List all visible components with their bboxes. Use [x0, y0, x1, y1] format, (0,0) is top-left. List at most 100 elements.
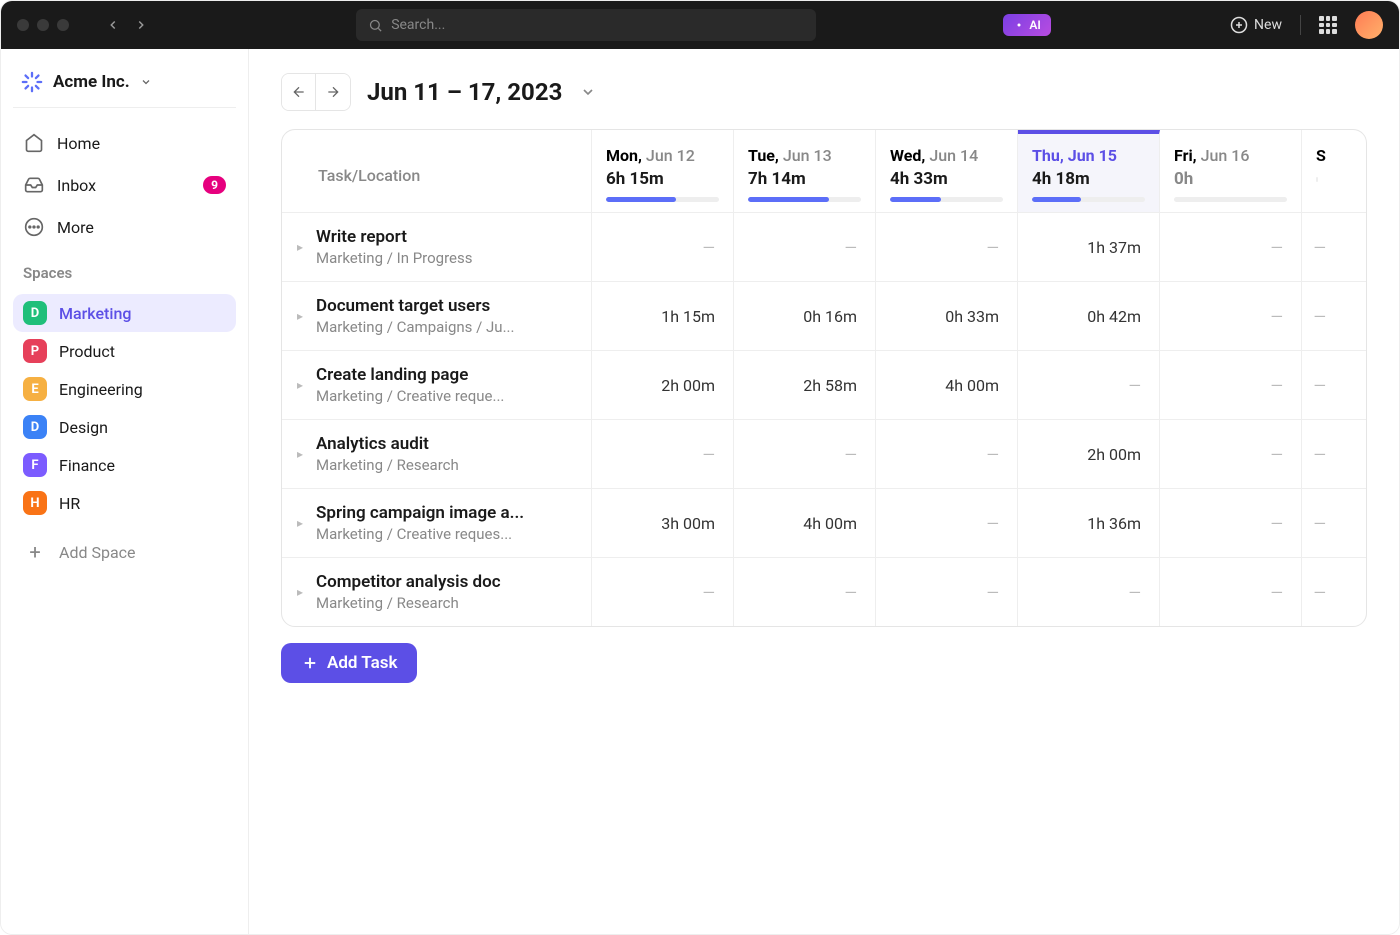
space-item-finance[interactable]: FFinance: [13, 446, 236, 484]
day-of-week: Fri, Jun 16: [1174, 146, 1287, 165]
task-cell[interactable]: ▸ Write report Marketing / In Progress: [282, 213, 592, 281]
task-cell[interactable]: ▸ Analytics audit Marketing / Research: [282, 420, 592, 488]
task-cell[interactable]: ▸ Spring campaign image a... Marketing /…: [282, 489, 592, 557]
time-cell[interactable]: —: [1160, 213, 1302, 281]
expand-caret-icon[interactable]: ▸: [292, 378, 308, 392]
expand-caret-icon[interactable]: ▸: [292, 240, 308, 254]
task-cell[interactable]: ▸ Create landing page Marketing / Creati…: [282, 351, 592, 419]
task-name: Write report: [316, 227, 575, 247]
time-cell[interactable]: —: [592, 420, 734, 488]
time-cell[interactable]: 1h 36m: [1018, 489, 1160, 557]
time-cell[interactable]: —: [1302, 558, 1332, 626]
day-header[interactable]: Mon, Jun 12 6h 15m: [592, 130, 734, 212]
time-cell[interactable]: —: [734, 558, 876, 626]
time-cell[interactable]: —: [1302, 489, 1332, 557]
day-total: 4h 33m: [890, 169, 1003, 189]
workspace-logo-icon: [21, 71, 43, 93]
time-cell[interactable]: 1h 15m: [592, 282, 734, 350]
time-cell[interactable]: —: [876, 558, 1018, 626]
expand-caret-icon[interactable]: ▸: [292, 516, 308, 530]
space-item-engineering[interactable]: EEngineering: [13, 370, 236, 408]
task-cell[interactable]: ▸ Competitor analysis doc Marketing / Re…: [282, 558, 592, 626]
day-progress: [890, 197, 1003, 202]
traffic-max-icon[interactable]: [57, 19, 69, 31]
time-cell[interactable]: —: [876, 213, 1018, 281]
day-total: 6h 15m: [606, 169, 719, 189]
day-progress: [1316, 177, 1318, 182]
time-cell[interactable]: 4h 00m: [876, 351, 1018, 419]
expand-caret-icon[interactable]: ▸: [292, 309, 308, 323]
time-cell[interactable]: 0h 42m: [1018, 282, 1160, 350]
time-cell[interactable]: —: [1160, 351, 1302, 419]
expand-caret-icon[interactable]: ▸: [292, 447, 308, 461]
space-item-design[interactable]: DDesign: [13, 408, 236, 446]
time-cell[interactable]: —: [1302, 351, 1332, 419]
traffic-min-icon[interactable]: [37, 19, 49, 31]
time-cell[interactable]: —: [1160, 558, 1302, 626]
new-button[interactable]: New: [1230, 16, 1282, 34]
time-cell[interactable]: 3h 00m: [592, 489, 734, 557]
inbox-badge: 9: [203, 176, 226, 194]
user-avatar[interactable]: [1355, 11, 1383, 39]
time-cell[interactable]: —: [1302, 213, 1332, 281]
time-cell[interactable]: 2h 00m: [592, 351, 734, 419]
day-header[interactable]: Wed, Jun 14 4h 33m: [876, 130, 1018, 212]
date-range-dropdown[interactable]: [580, 84, 596, 100]
next-week-button[interactable]: [316, 74, 350, 110]
day-header[interactable]: Fri, Jun 16 0h: [1160, 130, 1302, 212]
add-task-button[interactable]: Add Task: [281, 643, 417, 683]
prev-week-button[interactable]: [282, 74, 316, 110]
time-cell[interactable]: 1h 37m: [1018, 213, 1160, 281]
workspace-switcher[interactable]: Acme Inc.: [13, 63, 236, 108]
day-header[interactable]: Thu, Jun 15 4h 18m: [1018, 130, 1160, 212]
search-input[interactable]: Search...: [356, 9, 816, 41]
space-label: HR: [59, 494, 80, 513]
expand-caret-icon[interactable]: ▸: [292, 585, 308, 599]
time-cell[interactable]: 4h 00m: [734, 489, 876, 557]
time-cell[interactable]: —: [592, 213, 734, 281]
time-cell[interactable]: 0h 16m: [734, 282, 876, 350]
time-cell[interactable]: —: [1302, 420, 1332, 488]
top-bar: Search... AI New: [1, 1, 1399, 49]
space-item-marketing[interactable]: DMarketing: [13, 294, 236, 332]
day-header[interactable]: Tue, Jun 13 7h 14m: [734, 130, 876, 212]
day-of-week: Thu, Jun 15: [1032, 146, 1145, 165]
add-space-button[interactable]: + Add Space: [13, 532, 236, 572]
arrow-left-icon: [291, 84, 307, 100]
time-cell[interactable]: 2h 00m: [1018, 420, 1160, 488]
nav-back-button[interactable]: [101, 13, 125, 37]
time-cell[interactable]: —: [1302, 282, 1332, 350]
space-badge-icon: E: [23, 377, 47, 401]
task-row: ▸ Write report Marketing / In Progress —…: [282, 213, 1366, 282]
time-cell[interactable]: 2h 58m: [734, 351, 876, 419]
apps-grid-icon[interactable]: [1319, 16, 1337, 34]
nav-forward-button[interactable]: [129, 13, 153, 37]
search-icon: [368, 18, 383, 33]
day-of-week: Tue, Jun 13: [748, 146, 861, 165]
search-placeholder: Search...: [391, 17, 445, 33]
day-total: 4h 18m: [1032, 169, 1145, 189]
time-cell[interactable]: —: [1160, 420, 1302, 488]
nav-home[interactable]: Home: [13, 124, 236, 162]
time-cell[interactable]: —: [734, 213, 876, 281]
task-cell[interactable]: ▸ Document target users Marketing / Camp…: [282, 282, 592, 350]
time-cell[interactable]: —: [1018, 351, 1160, 419]
nav-more[interactable]: More: [13, 208, 236, 246]
ai-button[interactable]: AI: [1003, 14, 1050, 36]
space-badge-icon: H: [23, 491, 47, 515]
time-cell[interactable]: 0h 33m: [876, 282, 1018, 350]
time-cell[interactable]: —: [876, 489, 1018, 557]
time-cell[interactable]: —: [734, 420, 876, 488]
day-progress: [1174, 197, 1287, 202]
nav-inbox[interactable]: Inbox 9: [13, 166, 236, 204]
space-item-hr[interactable]: H HR: [13, 484, 236, 522]
space-item-product[interactable]: PProduct: [13, 332, 236, 370]
space-label: Finance: [59, 456, 115, 475]
day-header[interactable]: S: [1302, 130, 1332, 212]
time-cell[interactable]: —: [1018, 558, 1160, 626]
time-cell[interactable]: —: [592, 558, 734, 626]
traffic-close-icon[interactable]: [17, 19, 29, 31]
time-cell[interactable]: —: [1160, 489, 1302, 557]
time-cell[interactable]: —: [876, 420, 1018, 488]
time-cell[interactable]: —: [1160, 282, 1302, 350]
